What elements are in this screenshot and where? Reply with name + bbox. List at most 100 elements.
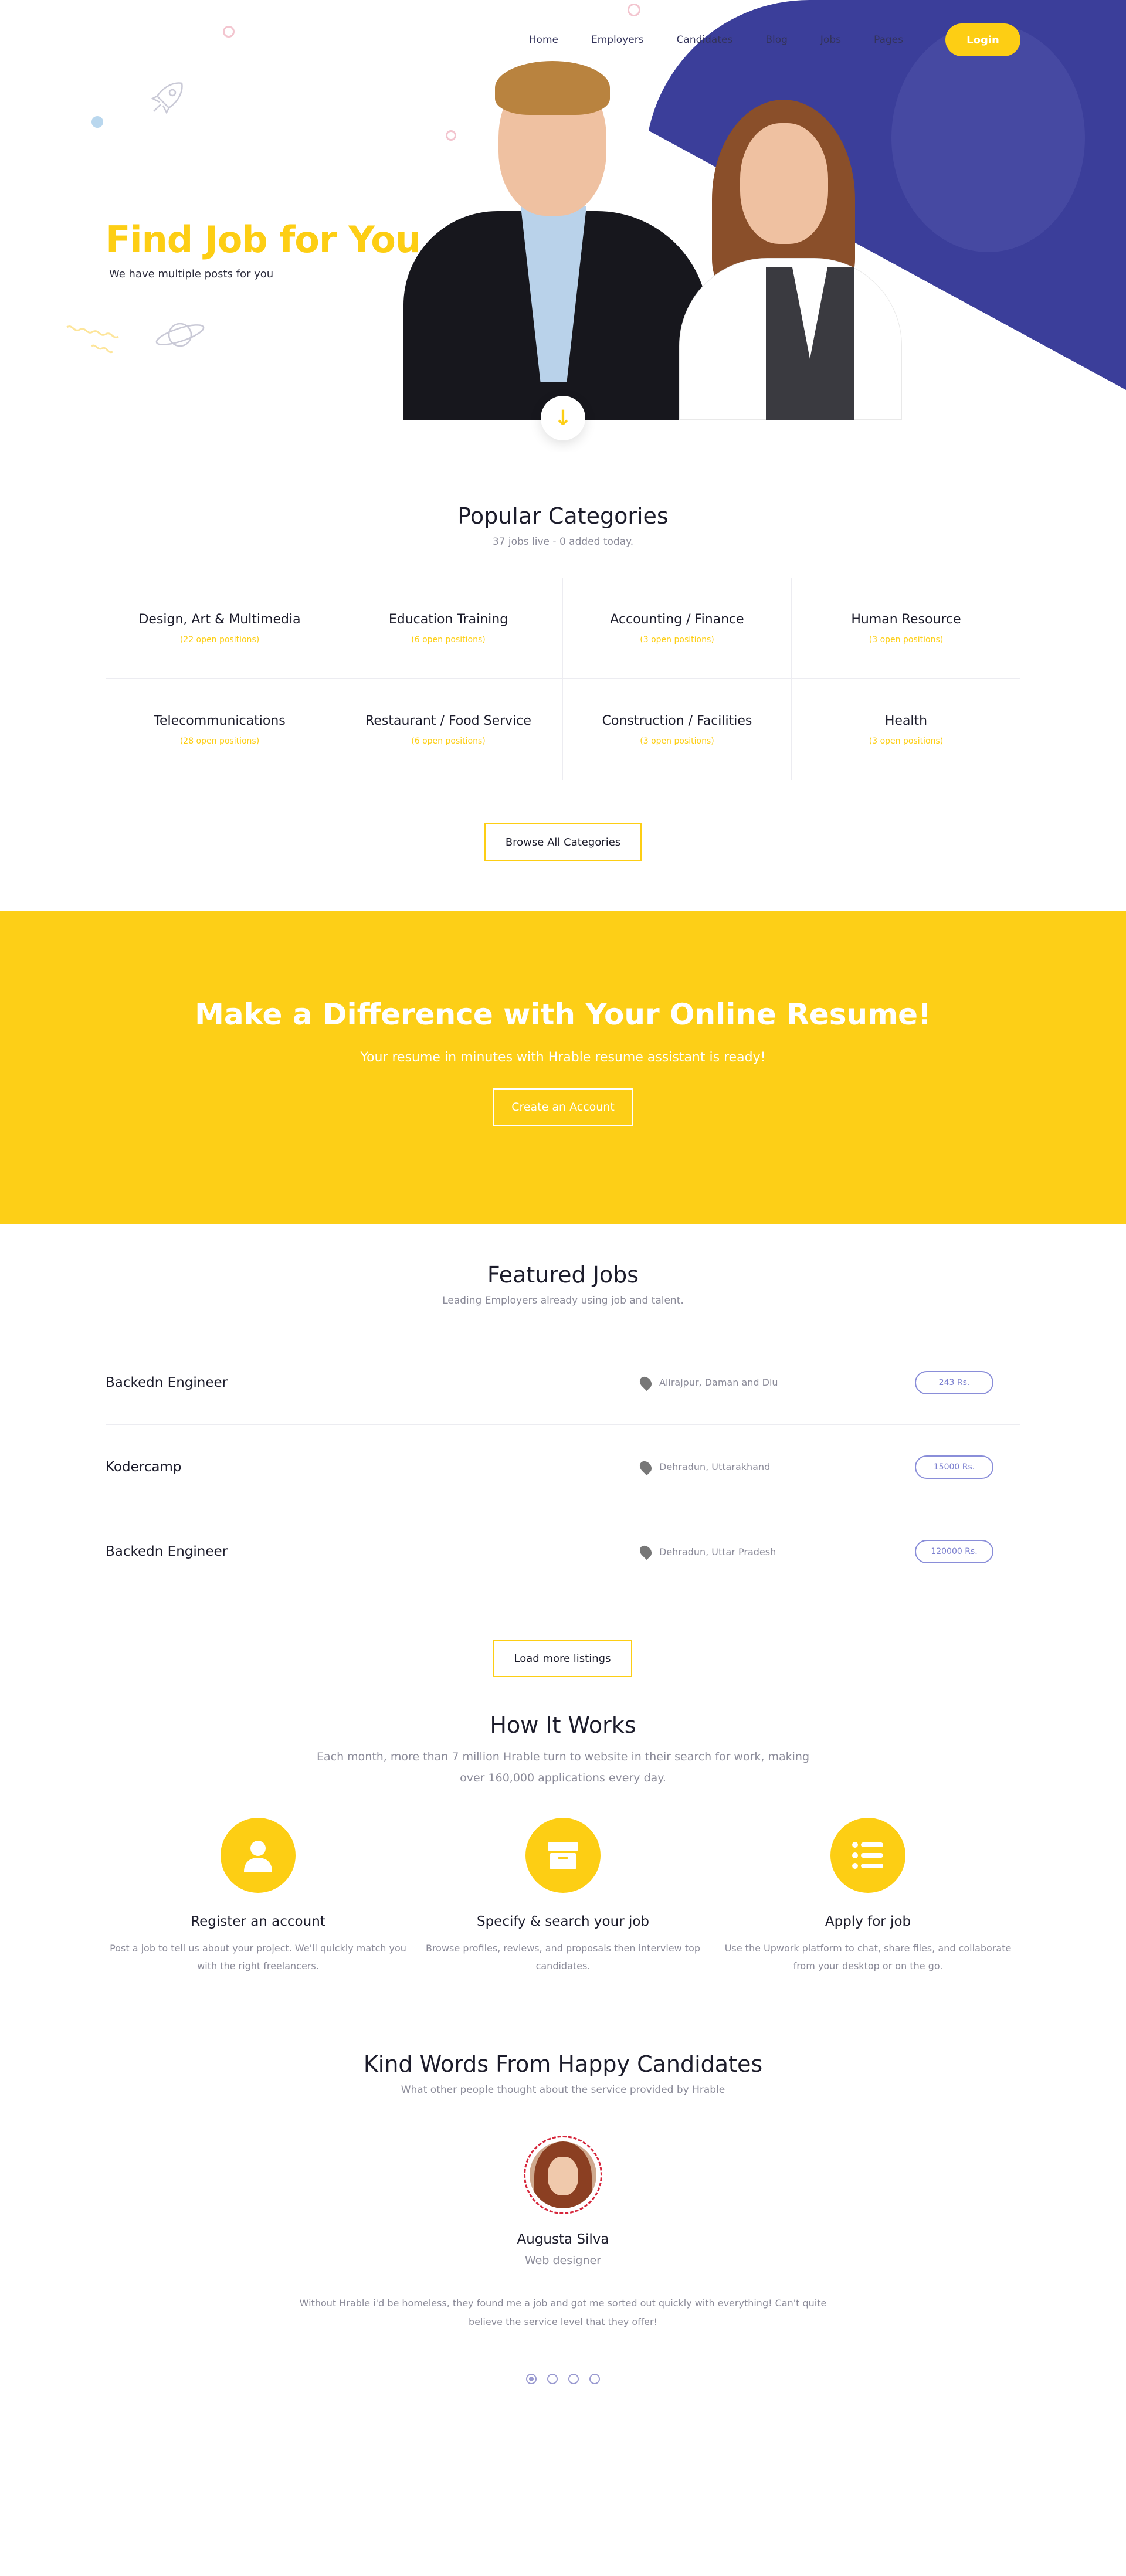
hero-woman [679, 35, 902, 420]
hero-section: Home Employers Candidates Blog Jobs Page… [0, 0, 1126, 452]
load-more-button[interactable]: Load more listings [493, 1640, 632, 1677]
testimonials-subtitle: What other people thought about the serv… [401, 2084, 725, 2096]
banner-subtitle: Your resume in minutes with Hrable resum… [360, 1050, 766, 1065]
hero-people-photo [403, 35, 908, 420]
step-text: Use the Upwork platform to chat, share f… [724, 1943, 1012, 1971]
carousel-dot[interactable] [526, 2374, 537, 2384]
category-name: Design, Art & Multimedia [138, 612, 301, 627]
avatar [530, 2141, 596, 2208]
carousel-dot[interactable] [568, 2374, 579, 2384]
squiggle-icon [66, 325, 119, 354]
map-pin-icon [637, 1374, 654, 1391]
step-title: Specify & search your job [476, 1914, 650, 1929]
salary-badge: 243 Rs. [915, 1370, 993, 1394]
avatar-ring [524, 2136, 602, 2214]
categories-section: Popular Categories 37 jobs live - 0 adde… [0, 452, 1126, 861]
salary-badge: 15000 Rs. [915, 1455, 993, 1479]
category-card[interactable]: Human Resource (3 open positions) [792, 578, 1020, 679]
job-row[interactable]: Backedn Engineer Alirajpur, Daman and Di… [106, 1340, 1020, 1425]
category-card[interactable]: Education Training (6 open positions) [334, 578, 563, 679]
testimonials-title: Kind Words From Happy Candidates [363, 2051, 763, 2077]
featured-subtitle: Leading Employers already using job and … [442, 1295, 684, 1306]
how-subtitle: Each month, more than 7 million Hrable t… [316, 1750, 810, 1784]
how-title: How It Works [490, 1712, 636, 1738]
resume-banner: Make a Difference with Your Online Resum… [0, 911, 1126, 1224]
salary-badge: 120000 Rs. [915, 1540, 993, 1563]
job-row[interactable]: Backedn Engineer Dehradun, Uttar Pradesh… [106, 1509, 1020, 1594]
archive-icon [525, 1818, 601, 1893]
how-it-works-section: How It Works Each month, more than 7 mil… [0, 1712, 1126, 1975]
job-title[interactable]: Kodercamp [106, 1460, 639, 1475]
carousel-dot[interactable] [547, 2374, 558, 2384]
job-location-text: Dehradun, Uttar Pradesh [659, 1546, 776, 1557]
featured-header: Featured Jobs Leading Employers already … [0, 1262, 1126, 1306]
job-title[interactable]: Backedn Engineer [106, 1375, 639, 1390]
job-location: Alirajpur, Daman and Diu [637, 1374, 915, 1391]
planet-icon [155, 323, 205, 347]
step-title: Register an account [191, 1914, 325, 1929]
create-account-button[interactable]: Create an Account [493, 1088, 633, 1126]
hero-man [403, 35, 708, 420]
category-card[interactable]: Restaurant / Food Service (6 open positi… [334, 679, 563, 780]
job-location: Dehradun, Uttarakhand [637, 1458, 915, 1475]
categories-subtitle: 37 jobs live - 0 added today. [492, 536, 634, 548]
categories-header: Popular Categories 37 jobs live - 0 adde… [0, 503, 1126, 548]
featured-jobs-section: Featured Jobs Leading Employers already … [0, 1262, 1126, 1594]
category-name: Construction / Facilities [602, 713, 752, 728]
category-grid: Design, Art & Multimedia (22 open positi… [106, 578, 1020, 780]
testimonial-role: Web designer [525, 2254, 601, 2267]
arrow-down-icon: ↓ [554, 406, 572, 430]
job-location-text: Alirajpur, Daman and Diu [659, 1377, 778, 1388]
hero-text: Find Job for You We have multiple posts … [106, 218, 421, 280]
step-text: Browse profiles, reviews, and proposals … [425, 1943, 701, 1971]
categories-title: Popular Categories [457, 503, 669, 529]
category-card[interactable]: Health (3 open positions) [792, 679, 1020, 780]
category-count: (3 open positions) [869, 736, 944, 746]
map-pin-icon [637, 1543, 654, 1560]
category-name: Accounting / Finance [610, 612, 744, 627]
category-card[interactable]: Construction / Facilities (3 open positi… [563, 679, 792, 780]
list-icon [830, 1818, 905, 1893]
category-count: (6 open positions) [411, 736, 486, 746]
hero-subtitle: We have multiple posts for you [109, 268, 274, 280]
browse-categories-button[interactable]: Browse All Categories [484, 823, 642, 861]
hero-title: Find Job for You [106, 218, 421, 261]
category-count: (22 open positions) [179, 635, 260, 644]
decor-dot [91, 116, 103, 128]
job-title[interactable]: Backedn Engineer [106, 1544, 639, 1559]
job-location-text: Dehradun, Uttarakhand [659, 1461, 771, 1472]
testimonial-quote: Without Hrable i'd be homeless, they fou… [299, 2297, 827, 2327]
user-icon [221, 1818, 296, 1893]
category-count: (3 open positions) [640, 635, 714, 644]
testimonial-name: Augusta Silva [517, 2232, 609, 2247]
map-pin-icon [637, 1458, 654, 1475]
step-title: Apply for job [825, 1914, 911, 1929]
step-register: Register an account Post a job to tell u… [106, 1818, 411, 1975]
carousel-dot[interactable] [589, 2374, 600, 2384]
login-button[interactable]: Login [945, 23, 1020, 56]
job-row[interactable]: Kodercamp Dehradun, Uttarakhand 15000 Rs… [106, 1425, 1020, 1509]
category-card[interactable]: Design, Art & Multimedia (22 open positi… [106, 578, 334, 679]
category-name: Telecommunications [154, 713, 286, 728]
category-card[interactable]: Accounting / Finance (3 open positions) [563, 578, 792, 679]
category-count: (3 open positions) [640, 736, 714, 746]
testimonials-section: Kind Words From Happy Candidates What ot… [0, 2051, 1126, 2384]
category-name: Health [884, 713, 928, 728]
category-name: Restaurant / Food Service [365, 713, 531, 728]
category-count: (28 open positions) [179, 736, 260, 746]
job-location: Dehradun, Uttar Pradesh [637, 1543, 915, 1560]
category-name: Human Resource [851, 612, 961, 627]
step-search: Specify & search your job Browse profile… [411, 1818, 715, 1975]
steps-list: Register an account Post a job to tell u… [106, 1818, 1020, 1975]
featured-title: Featured Jobs [487, 1262, 639, 1288]
carousel-dots [0, 2374, 1126, 2384]
rocket-icon [151, 82, 183, 114]
banner-title: Make a Difference with Your Online Resum… [195, 997, 931, 1031]
decor-circle [628, 4, 640, 16]
category-card[interactable]: Telecommunications (28 open positions) [106, 679, 334, 780]
hero-background-photo [891, 23, 1085, 252]
job-list: Backedn Engineer Alirajpur, Daman and Di… [106, 1340, 1020, 1594]
scroll-down-button[interactable]: ↓ [541, 396, 585, 440]
how-header: How It Works Each month, more than 7 mil… [0, 1712, 1126, 1788]
category-count: (6 open positions) [411, 635, 486, 644]
